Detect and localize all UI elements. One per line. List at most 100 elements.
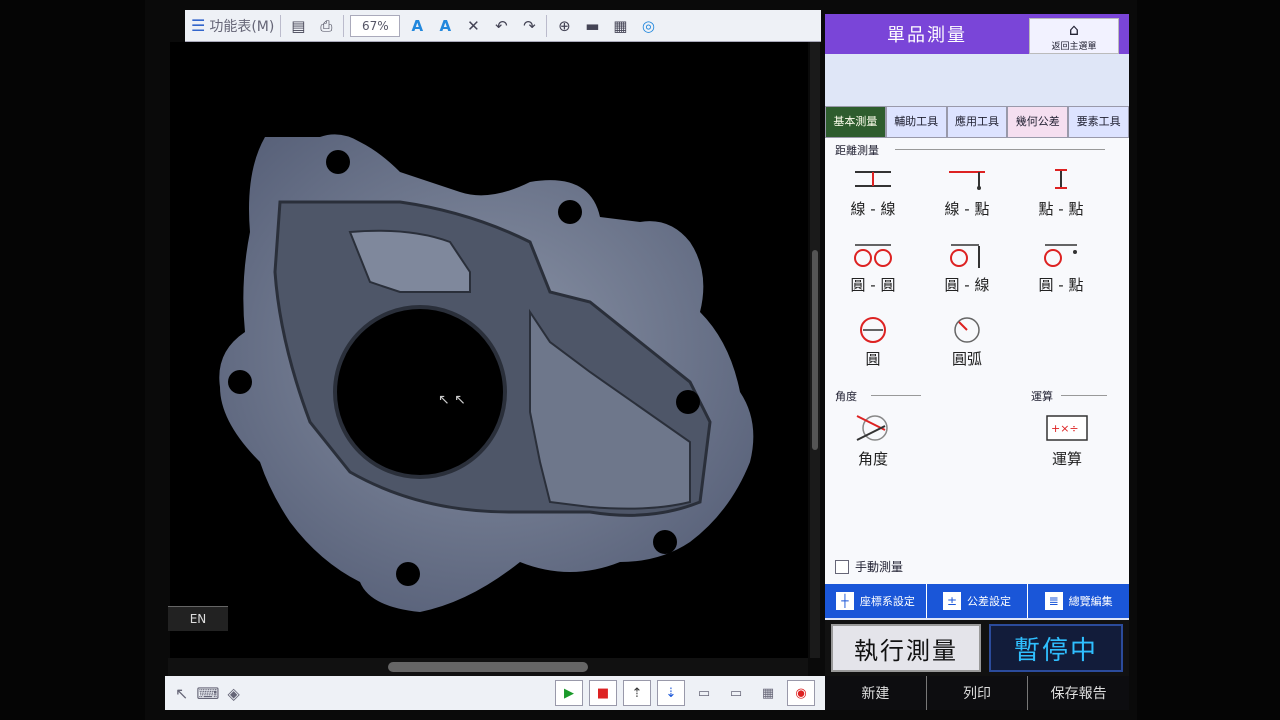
tool-line-point[interactable]: 線 - 點 (929, 160, 1005, 226)
new-button[interactable]: 新建 (825, 676, 927, 710)
distance-section-title: 距離測量 (835, 144, 879, 157)
toolbar-separator (280, 14, 282, 37)
section-divider (895, 149, 1105, 150)
stage-icon[interactable]: ▭ (691, 681, 717, 705)
tool-label: 線 - 點 (944, 200, 990, 218)
crosshair-icon[interactable]: ⊕ (553, 15, 575, 37)
tool-circle-point[interactable]: 圓 - 點 (1023, 236, 1099, 302)
calculator-icon: +×÷ (1046, 415, 1088, 441)
stage-lock-icon[interactable]: ▭ (723, 681, 749, 705)
tool-tabs: 基本測量 輔助工具 應用工具 幾何公差 要素工具 (825, 106, 1129, 138)
tool-calc[interactable]: +×÷ 運算 (1029, 406, 1105, 472)
auto-edge-icon[interactable]: A (434, 15, 456, 37)
redo-icon[interactable]: ↷ (518, 15, 540, 37)
pointer-icon[interactable]: ↖ (175, 684, 188, 703)
camera-viewport[interactable]: ↖ ↖ (170, 42, 808, 658)
execute-measure-button[interactable]: 執行測量 (831, 624, 981, 672)
home-label: 返回主選單 (1051, 42, 1097, 52)
monitor-bezel-left (0, 0, 145, 720)
keyboard-icon[interactable]: ⌨ (196, 684, 219, 703)
coordinate-settings-label: 座標系設定 (859, 595, 915, 608)
document-icon: ≣ (1044, 592, 1063, 610)
stop-icon[interactable]: ■ (589, 680, 617, 706)
tool-arc[interactable]: 圓弧 (929, 310, 1005, 376)
tolerance-icon: ± (943, 592, 961, 610)
tool-label: 圓弧 (951, 350, 982, 368)
tool-circle-circle[interactable]: 圓 - 圓 (835, 236, 911, 302)
tool-label: 圓 (865, 350, 881, 368)
home-icon: ⌂ (1068, 20, 1080, 39)
tab-basic[interactable]: 基本測量 (825, 106, 886, 138)
line-line-icon (855, 171, 891, 187)
angle-icon (856, 415, 888, 441)
measurement-panel: 單品測量 ⌂ 返回主選單 基本測量 輔助工具 應用工具 幾何公差 要素工具 距離… (825, 14, 1129, 710)
panel-header: 單品測量 ⌂ 返回主選單 (825, 14, 1129, 54)
home-button[interactable]: ⌂ 返回主選單 (1029, 18, 1119, 54)
save-image-icon[interactable]: ▤ (287, 15, 309, 37)
vertical-scroll-thumb[interactable] (812, 250, 818, 450)
tool-label: 角度 (857, 450, 888, 468)
bottom-toolbar: ↖ ⌨ ◈ ▶ ■ ⇡ ⇣ ▭ ▭ ▦ ◉ (165, 676, 825, 710)
tab-element[interactable]: 要素工具 (1068, 106, 1129, 138)
coordinate-settings-button[interactable]: ┼ 座標系設定 (825, 584, 927, 618)
grid-icon[interactable]: ▦ (755, 681, 781, 705)
top-toolbar: ☰ 功能表(M) ▤ ⎙ 67% A A ✕ ↶ ↷ ⊕ ▬ ▦ ◎ (185, 10, 821, 42)
tool-angle[interactable]: 角度 (835, 406, 911, 472)
camera-icon[interactable]: ◉ (787, 680, 815, 706)
horizontal-scroll-thumb[interactable] (388, 662, 588, 672)
tab-geometric[interactable]: 幾何公差 (1007, 106, 1069, 138)
svg-text:+×÷: +×÷ (1051, 422, 1079, 435)
circle-point-icon (1044, 244, 1077, 267)
light-icon[interactable]: ▬ (581, 15, 603, 37)
overview-edit-label: 總覽編集 (1068, 595, 1113, 608)
tool-label: 圓 - 圓 (850, 276, 896, 294)
panel-footer: 新建 列印 保存報告 (825, 676, 1129, 710)
tool-label: 圓 - 線 (944, 276, 990, 294)
monitor-bezel-right (1137, 0, 1280, 720)
tolerance-settings-button[interactable]: ± 公差設定 (927, 584, 1029, 618)
overview-edit-button[interactable]: ≣ 總覽編集 (1028, 584, 1129, 618)
tool-point-point[interactable]: 點 - 點 (1023, 160, 1099, 226)
manual-measure-option[interactable]: 手動測量 (835, 558, 903, 575)
print-icon[interactable]: ⎙ (315, 15, 337, 37)
section-divider (1061, 395, 1107, 396)
point-point-icon (1055, 169, 1067, 189)
language-badge[interactable]: EN (168, 606, 228, 631)
svg-text:↖ ↖: ↖ ↖ (438, 392, 466, 408)
layers-icon[interactable]: ◈ (228, 684, 240, 703)
tool-line-line[interactable]: 線 - 線 (835, 160, 911, 226)
align-up-icon[interactable]: ⇡ (623, 680, 651, 706)
play-icon[interactable]: ▶ (555, 680, 583, 706)
manual-measure-checkbox[interactable] (835, 559, 849, 574)
tool-label: 運算 (1051, 450, 1082, 468)
menu-label: 功能表(M) (209, 18, 275, 35)
arrows-icon[interactable]: ⇣ (657, 680, 685, 706)
pause-button[interactable]: 暫停中 (989, 624, 1123, 672)
tool-label: 線 - 線 (850, 200, 896, 218)
coordinate-icon: ┼ (835, 592, 854, 610)
tool-label: 點 - 點 (1038, 200, 1084, 218)
circle-line-icon (950, 244, 980, 268)
tool-circle[interactable]: 圓 (835, 310, 911, 376)
menu-button[interactable]: ☰ 功能表(M) (191, 16, 274, 36)
angle-section-title: 角度 (835, 390, 857, 403)
print-button[interactable]: 列印 (927, 676, 1029, 710)
tool-label: 圓 - 點 (1038, 276, 1084, 294)
delete-icon[interactable]: ✕ (462, 15, 484, 37)
toolbar-separator (546, 14, 548, 37)
settings-icon[interactable]: ◎ (637, 15, 659, 37)
zoom-field[interactable]: 67% (350, 14, 401, 37)
line-point-icon (949, 171, 985, 190)
circle-circle-icon (854, 244, 892, 267)
save-report-button[interactable]: 保存報告 (1028, 676, 1129, 710)
tab-app[interactable]: 應用工具 (946, 106, 1008, 138)
settings-bar: ┼ 座標系設定 ± 公差設定 ≣ 總覽編集 (825, 584, 1129, 618)
workpiece-image: ↖ ↖ (219, 134, 754, 612)
execution-row: 執行測量 暫停中 (825, 620, 1129, 676)
tool-circle-line[interactable]: 圓 - 線 (929, 236, 1005, 302)
manual-measure-label: 手動測量 (855, 560, 904, 574)
tab-aux[interactable]: 輔助工具 (885, 106, 947, 138)
auto-focus-icon[interactable]: A (406, 15, 428, 37)
scale-icon[interactable]: ▦ (609, 15, 631, 37)
undo-icon[interactable]: ↶ (490, 15, 512, 37)
